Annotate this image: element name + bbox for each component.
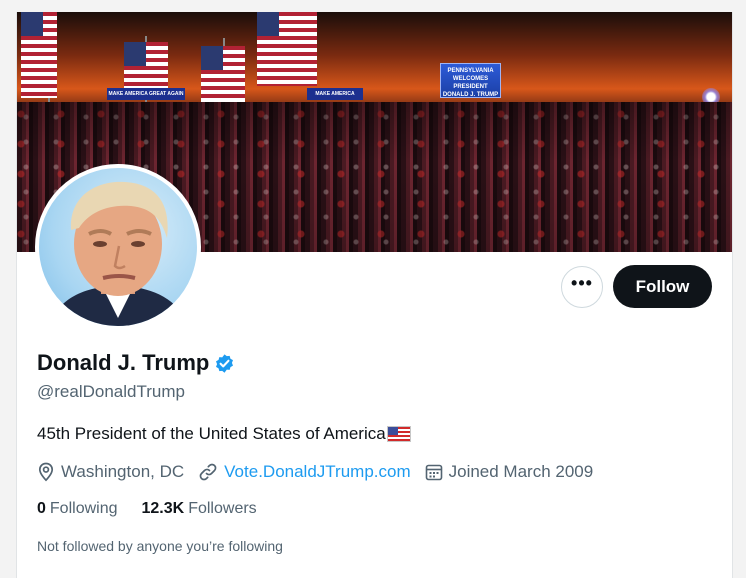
bio-text: 45th President of the United States of A… — [37, 424, 386, 443]
flag-image — [21, 12, 57, 98]
flag-image — [124, 42, 168, 94]
mutuals-note: Not followed by anyone you’re following — [37, 538, 283, 554]
profile-bio: 45th President of the United States of A… — [37, 424, 411, 444]
followers-count: 12.3K — [141, 500, 185, 517]
profile-name-row: Donald J. Trump — [37, 350, 235, 376]
avatar[interactable] — [35, 164, 201, 330]
verified-badge-icon[interactable] — [214, 353, 235, 374]
banner-sign-right: MAKE AMERICA GREAT AGAIN — [307, 88, 363, 109]
jumbotron-sign: PENNSYLVANIA WELCOMES PRESIDENT DONALD J… — [440, 63, 501, 98]
profile-name: Donald J. Trump — [37, 350, 210, 375]
flag-image — [257, 12, 317, 86]
website-item[interactable]: Vote.DonaldJTrump.com — [198, 462, 411, 482]
location-icon — [38, 462, 54, 482]
location-item: Washington, DC — [37, 462, 184, 482]
profile-card: MAKE AMERICA GREAT AGAIN MAKE AMERICA GR… — [16, 12, 733, 578]
followers-label: Followers — [188, 500, 257, 517]
location-text: Washington, DC — [61, 462, 185, 481]
banner-sign-left: MAKE AMERICA GREAT AGAIN — [107, 88, 185, 100]
calendar-icon — [425, 464, 442, 481]
followers-link[interactable]: 12.3K Followers — [142, 500, 257, 518]
follow-stats: 0 Following 12.3K Followers — [37, 500, 281, 518]
profile-meta: Washington, DC Vote.DonaldJTrump.com Joi… — [37, 462, 607, 482]
joined-text: Joined March 2009 — [448, 462, 594, 481]
more-options-button[interactable]: ••• — [561, 266, 603, 308]
following-label: Following — [49, 500, 118, 517]
follow-button[interactable]: Follow — [613, 265, 712, 308]
profile-handle: @realDonaldTrump — [37, 382, 185, 401]
us-flag-icon — [386, 426, 411, 442]
more-icon: ••• — [571, 273, 593, 293]
following-count: 0 — [37, 500, 46, 517]
following-link[interactable]: 0 Following — [37, 500, 118, 518]
joined-item: Joined March 2009 — [425, 462, 594, 482]
website-link[interactable]: Vote.DonaldJTrump.com — [224, 462, 410, 482]
link-icon — [199, 463, 217, 481]
